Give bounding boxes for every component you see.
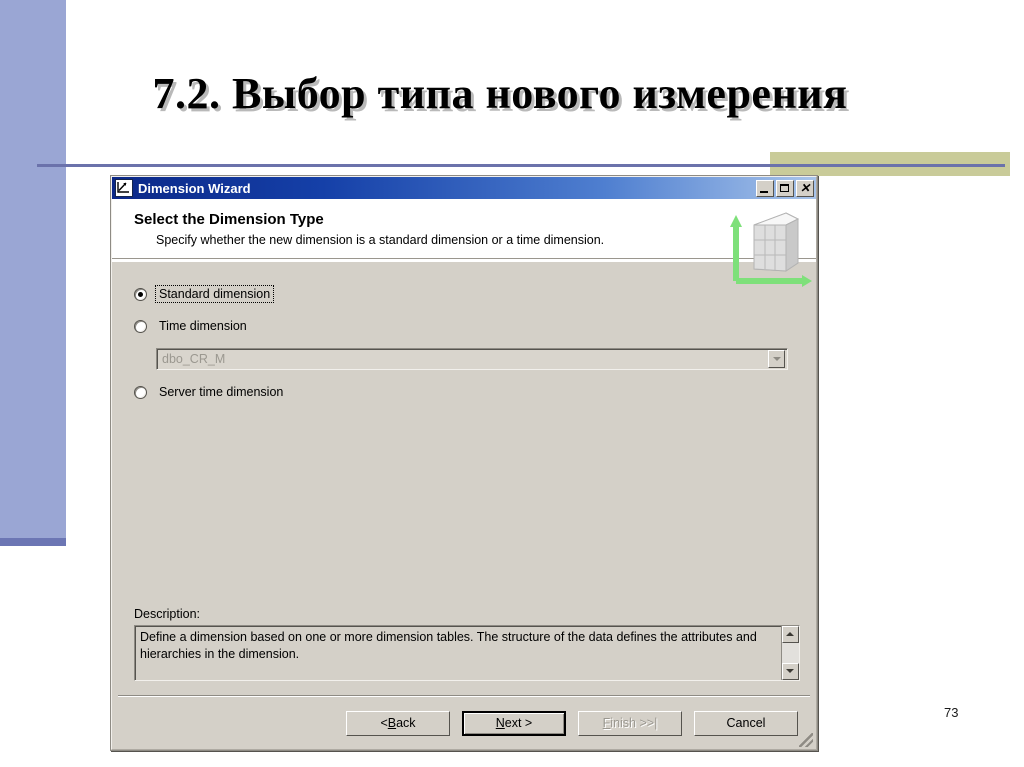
time-table-combo-value: dbo_CR_M — [162, 352, 226, 366]
back-button-post: ack — [396, 716, 416, 730]
titlebar-window-buttons: ✕ — [756, 179, 814, 197]
cancel-button-post: Cancel — [726, 716, 766, 730]
minimize-button[interactable] — [756, 179, 774, 197]
back-button[interactable]: < Back — [346, 710, 450, 736]
time-table-combo[interactable]: dbo_CR_M — [156, 348, 788, 370]
time-table-combo-row: dbo_CR_M — [134, 348, 816, 382]
wizard-header-subtitle: Specify whether the new dimension is a s… — [156, 233, 605, 247]
wizard-header: Select the Dimension Type Specify whethe… — [112, 199, 816, 287]
dimension-type-radio-group: Standard dimension Time dimension dbo_CR… — [112, 262, 816, 414]
finish-button: Finish >>| — [578, 710, 682, 736]
radio-standard-dimension-indicator[interactable] — [134, 287, 147, 301]
dialog-titlebar[interactable]: Dimension Wizard ✕ — [112, 177, 816, 199]
maximize-icon — [780, 183, 789, 192]
scroll-down-arrow-icon[interactable] — [782, 663, 799, 680]
dialog-button-bar: < Back Next > Finish >>| Cancel — [112, 697, 816, 749]
radio-server-time-dimension-label: Server time dimension — [159, 385, 284, 399]
dimension-wizard-dialog: Dimension Wizard ✕ Select the Dimension … — [110, 175, 818, 751]
scroll-up-arrow-icon[interactable] — [782, 626, 799, 643]
next-button[interactable]: Next > — [462, 710, 566, 736]
next-button-accel: N — [495, 716, 505, 730]
close-button[interactable]: ✕ — [796, 179, 814, 197]
chevron-down-icon[interactable] — [768, 350, 785, 368]
description-section: Description: Define a dimension based on… — [112, 607, 816, 681]
maximize-button[interactable] — [776, 179, 794, 197]
slide-horizontal-rule — [37, 164, 1005, 167]
wizard-header-texts: Select the Dimension Type Specify whethe… — [112, 211, 726, 248]
radio-standard-dimension-label: Standard dimension — [154, 285, 275, 303]
radio-time-dimension-label: Time dimension — [159, 319, 247, 333]
dialog-body: Standard dimension Time dimension dbo_CR… — [112, 262, 816, 749]
slide-page-number: 73 — [944, 705, 959, 720]
dialog-inner-frame: Dimension Wizard ✕ Select the Dimension … — [111, 176, 817, 750]
description-scrollbar[interactable] — [781, 626, 799, 680]
dimension-wizard-icon — [115, 179, 133, 197]
wizard-header-title: Select the Dimension Type — [134, 211, 324, 228]
description-label: Description: — [134, 607, 200, 621]
back-button-pre: < — [380, 716, 388, 730]
description-box[interactable]: Define a dimension based on one or more … — [134, 625, 800, 681]
back-button-accel: B — [387, 716, 397, 730]
cancel-button[interactable]: Cancel — [694, 710, 798, 736]
description-text: Define a dimension based on one or more … — [140, 630, 757, 661]
slide-left-accent-cap — [0, 538, 66, 546]
resize-grip-icon[interactable] — [799, 733, 813, 747]
page-title: 7.2. Выбор типа нового измерения — [152, 69, 848, 118]
radio-option-server-time-dimension[interactable]: Server time dimension — [134, 382, 816, 402]
dialog-title-text: Dimension Wizard — [138, 180, 251, 196]
scrollbar-track[interactable] — [782, 643, 799, 663]
radio-time-dimension-indicator[interactable] — [134, 319, 147, 333]
minimize-icon — [760, 190, 768, 193]
finish-button-accel: F — [602, 716, 611, 730]
radio-option-standard-dimension[interactable]: Standard dimension — [134, 284, 816, 304]
radio-server-time-dimension-indicator[interactable] — [134, 385, 147, 399]
dimension-cube-axes-icon — [726, 211, 816, 287]
close-icon: ✕ — [799, 180, 811, 195]
next-button-post: ext > — [504, 716, 533, 730]
finish-button-post: inish >>| — [610, 716, 658, 730]
radio-option-time-dimension[interactable]: Time dimension — [134, 316, 816, 336]
